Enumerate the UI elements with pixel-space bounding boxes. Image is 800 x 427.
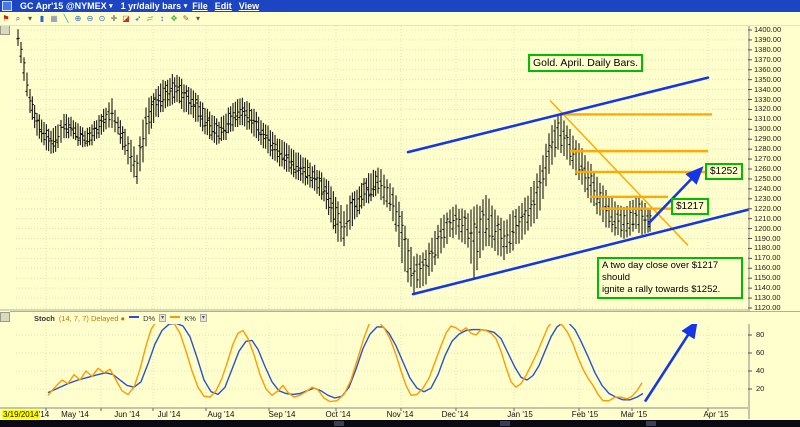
- zoom-dropdown-icon[interactable]: ▾: [24, 13, 36, 24]
- month-label: Oct '14: [325, 410, 351, 419]
- scrollbar-mark: [500, 421, 510, 426]
- pencil-icon[interactable]: ✎: [180, 13, 192, 24]
- app-icon: [2, 1, 12, 11]
- toolbar: ⚑ ⌕ ▾ ▮ ▦ ╲ ⊕ ⊖ ⊙ ✛ ◪ ➶ ≓ ↕ ✥ ✎ ▾: [0, 12, 800, 26]
- crosshair-icon[interactable]: ✛: [108, 13, 120, 24]
- month-label: Sep '14: [268, 410, 296, 419]
- month-label: Jan '15: [507, 410, 533, 419]
- price-tick: 1390.00: [754, 34, 782, 44]
- month-label: Apr '15: [703, 410, 729, 419]
- month-label: Mar '15: [620, 410, 648, 419]
- timeframe-selector[interactable]: 1 yr/daily bars ▾: [121, 1, 188, 11]
- stoch-k-dropdown-icon[interactable]: ▾: [199, 314, 207, 322]
- more-dropdown-icon[interactable]: ▾: [192, 13, 204, 24]
- price-tick: 1320.00: [754, 104, 782, 114]
- stoch-tick: 60: [756, 348, 765, 357]
- month-label: Aug '14: [207, 410, 235, 419]
- menu-view[interactable]: View: [239, 1, 259, 11]
- price-tick: 1190.00: [754, 233, 781, 243]
- timeframe-caret-icon[interactable]: ▾: [184, 3, 188, 10]
- scrollbar-mark: [646, 421, 656, 426]
- cursor-date-label: 3/19/2014: [2, 410, 40, 419]
- price-tick: 1170.00: [754, 253, 781, 263]
- chart-note-box[interactable]: Gold. April. Daily Bars.: [528, 54, 644, 72]
- stoch-params: (14, 7, 7) Delayed ●: [58, 313, 126, 323]
- price-level-label-1217[interactable]: $1217: [671, 198, 709, 215]
- price-tick: 1270.00: [754, 154, 782, 164]
- grid-icon[interactable]: ▦: [48, 13, 60, 24]
- price-tick: 1160.00: [754, 263, 781, 273]
- menu-edit[interactable]: Edit: [215, 1, 232, 11]
- price-tick: 1210.00: [754, 213, 782, 223]
- stoch-title: Stoch: [34, 313, 55, 323]
- arrow-tool-icon[interactable]: ➶: [132, 13, 144, 24]
- price-tick: 1350.00: [754, 74, 782, 84]
- expand-icon[interactable]: ✥: [168, 13, 180, 24]
- price-tick: 1400.00: [754, 25, 782, 34]
- price-tick: 1360.00: [754, 64, 782, 74]
- price-tick: 1220.00: [754, 203, 782, 213]
- stoch-tick: 40: [756, 366, 765, 375]
- stoch-tick: 80: [756, 330, 765, 339]
- flag-icon[interactable]: ⚑: [0, 13, 12, 24]
- price-tick: 1330.00: [754, 94, 782, 104]
- annotate-icon[interactable]: ◪: [120, 13, 132, 24]
- updown-tool-icon[interactable]: ↕: [156, 13, 168, 24]
- symbol-caret-icon[interactable]: ▾: [109, 3, 113, 10]
- price-tick: 1200.00: [754, 223, 782, 233]
- zoom-in-icon[interactable]: ⊕: [72, 13, 84, 24]
- price-tick: 1250.00: [754, 173, 782, 183]
- price-tick: 1180.00: [754, 243, 781, 253]
- bar-chart-icon[interactable]: ▮: [36, 13, 48, 24]
- price-panel-button[interactable]: [0, 25, 10, 35]
- stoch-panel-button[interactable]: [0, 312, 10, 322]
- timeframe-label: 1 yr/daily bars: [120, 1, 182, 11]
- price-tick: 1280.00: [754, 144, 782, 154]
- month-label: '14: [38, 410, 50, 419]
- zoom-out-icon[interactable]: ⊖: [84, 13, 96, 24]
- price-tick: 1240.00: [754, 183, 782, 193]
- analysis-comment-line2: ignite a rally towards $1252.: [602, 284, 721, 295]
- stoch-panel-header: Stoch (14, 7, 7) Delayed ● D% ▾ K% ▾: [10, 311, 800, 324]
- price-tick: 1310.00: [754, 114, 782, 124]
- menu-file[interactable]: File: [192, 1, 208, 11]
- stoch-d-label: D%: [143, 313, 156, 323]
- month-label: May '14: [61, 410, 89, 419]
- price-tick: 1370.00: [754, 54, 782, 64]
- fib-tool-icon[interactable]: ≓: [144, 13, 156, 24]
- price-tick: 1230.00: [754, 193, 782, 203]
- stoch-k-swatch: [170, 316, 181, 318]
- price-tick: 1290.00: [754, 134, 782, 144]
- price-tick: 1340.00: [754, 84, 782, 94]
- month-label: Dec '14: [441, 410, 469, 419]
- stoch-d-dropdown-icon[interactable]: ▾: [159, 314, 167, 322]
- month-label: Jun '14: [114, 410, 140, 419]
- stoch-k-label: K%: [184, 313, 196, 323]
- price-tick: 1130.00: [754, 293, 781, 303]
- month-label: Nov '14: [386, 410, 414, 419]
- month-label: Jul '14: [157, 410, 181, 419]
- scrollbar-mark: [334, 421, 344, 426]
- price-tick: 1140.00: [754, 283, 781, 293]
- analysis-comment-box[interactable]: A two day close over $1217 should ignite…: [597, 257, 743, 299]
- bottom-scrollbar[interactable]: [0, 420, 800, 427]
- menu-bar: File Edit View: [192, 1, 266, 11]
- price-target-label-1252[interactable]: $1252: [705, 163, 743, 180]
- price-tick: 1380.00: [754, 44, 782, 54]
- stoch-tick: 20: [756, 384, 765, 393]
- price-tick: 1150.00: [754, 273, 781, 283]
- month-label: Feb '15: [571, 410, 599, 419]
- symbol-label: GC Apr'15 @NYMEX: [20, 1, 107, 11]
- price-tick: 1260.00: [754, 164, 782, 173]
- zoom-reset-icon[interactable]: ⊙: [96, 13, 108, 24]
- symbol-selector[interactable]: GC Apr'15 @NYMEX ▾: [20, 1, 113, 11]
- title-bar: GC Apr'15 @NYMEX ▾ 1 yr/daily bars ▾ Fil…: [0, 0, 800, 12]
- trendline-tool-icon[interactable]: ╲: [60, 13, 72, 24]
- analysis-comment-line1: A two day close over $1217 should: [602, 260, 719, 283]
- stoch-d-swatch: [129, 316, 140, 318]
- zoom-tool-icon[interactable]: ⌕: [12, 13, 24, 24]
- price-tick: 1300.00: [754, 124, 782, 134]
